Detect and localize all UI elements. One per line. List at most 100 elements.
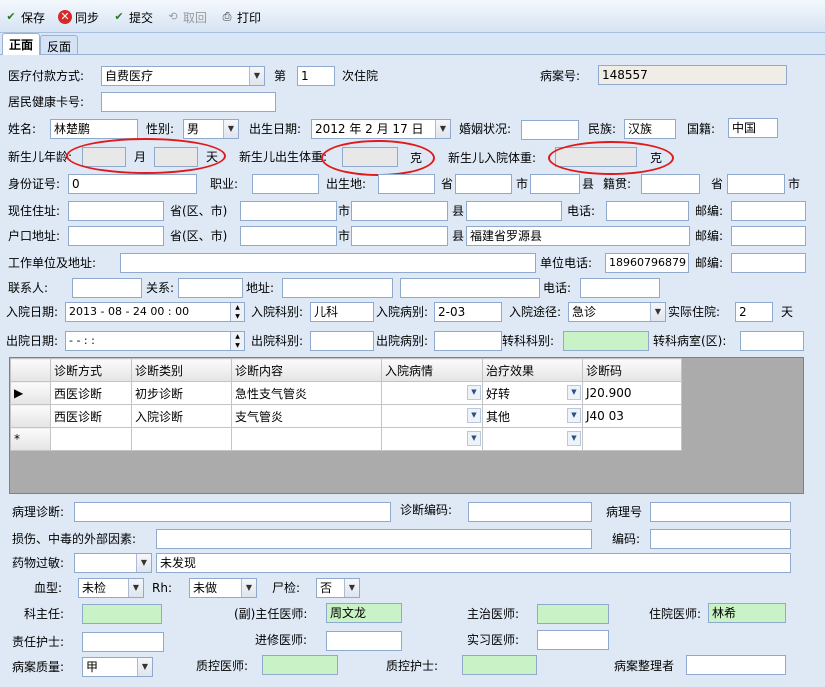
retrieve-button[interactable]: ⟲ 取回 [166,8,207,26]
submit-button[interactable]: ✔ 提交 [112,8,153,26]
dx-code-input[interactable] [468,502,592,522]
table-cell[interactable]: 西医诊断 [50,404,132,428]
household-county-input[interactable] [351,226,448,246]
current-province-input[interactable] [68,201,164,221]
row-marker[interactable]: ▶ [10,381,51,405]
trainee-input[interactable] [326,631,402,651]
admission-times-input[interactable]: 1 [297,66,335,86]
save-button[interactable]: ✔ 保存 [4,8,45,26]
code-input[interactable] [650,529,791,549]
native-city-input[interactable] [727,174,785,194]
postcode-input[interactable] [731,201,806,221]
table-row[interactable]: 西医诊断 入院诊断 支气管炎 ▼ 其他 ▼ J40 03 [10,404,682,428]
record-organizer-input[interactable] [686,655,786,675]
chevron-down-icon[interactable]: ▼ [567,408,581,423]
table-cell[interactable]: 初步诊断 [131,381,232,405]
tab-front[interactable]: 正面 [2,33,41,55]
birthplace-county-input[interactable] [530,174,580,194]
rh-select[interactable]: 未做 ▼ [189,578,257,598]
table-cell[interactable]: ▼ [381,404,483,428]
column-header[interactable]: 入院病情 [381,358,483,382]
table-cell[interactable]: ▼ [482,427,583,451]
table-cell[interactable] [50,427,132,451]
table-cell[interactable]: 支气管炎 [231,404,382,428]
admit-date-picker[interactable]: 2013 - 08 - 24 00 : 00 ▲ ▼ [65,302,245,322]
chevron-down-icon[interactable]: ▼ [467,408,481,423]
blood-type-select[interactable]: 未检 ▼ [78,578,144,598]
table-cell[interactable]: 急性支气管炎 [231,381,382,405]
marital-input[interactable] [521,120,579,140]
transfer-dept-input[interactable] [563,331,649,351]
actual-days-input[interactable]: 2 [735,302,773,322]
nationality-input[interactable]: 中国 [728,118,778,138]
discharge-ward-input[interactable] [434,331,502,351]
qc-doctor-input[interactable] [262,655,338,675]
current-city-input[interactable] [240,201,337,221]
table-cell[interactable]: 好转 ▼ [482,381,583,405]
pathology-dx-input[interactable] [74,502,391,522]
contact-address-detail-input[interactable] [400,278,540,298]
injury-cause-input[interactable] [156,529,592,549]
admit-dept-input[interactable]: 儿科 [310,302,374,322]
contact-phone-input[interactable] [580,278,660,298]
record-quality-select[interactable]: 甲 ▼ [82,657,153,677]
table-row[interactable]: ▶ 西医诊断 初步诊断 急性支气管炎 ▼ 好转 ▼ J20.900 [10,381,682,405]
resident-input[interactable]: 林希 [708,603,786,623]
attending-input[interactable] [537,604,609,624]
chevron-down-icon[interactable]: ▼ [567,431,581,446]
household-city-input[interactable] [240,226,337,246]
drug-allergy-select[interactable]: ▼ [74,553,152,573]
id-no-input[interactable]: 0 [68,174,197,194]
sex-select[interactable]: 男 ▼ [183,119,239,139]
tab-back[interactable]: 反面 [40,35,79,55]
birthplace-city-input[interactable] [455,174,512,194]
discharge-dept-input[interactable] [310,331,374,351]
ethnicity-input[interactable]: 汉族 [624,119,676,139]
column-header[interactable]: 诊断方式 [50,358,132,382]
work-phone-input[interactable]: 18960796879 [605,253,689,273]
spinner-icon[interactable]: ▲ ▼ [230,303,244,321]
payment-method-select[interactable]: 自费医疗 ▼ [101,66,265,86]
work-address-input[interactable] [120,253,536,273]
table-cell[interactable]: J20.900 [582,381,682,405]
table-cell[interactable]: J40 03 [582,404,682,428]
chevron-down-icon[interactable]: ▼ [467,385,481,400]
household-province-input[interactable] [68,226,164,246]
birthdate-picker[interactable]: 2012 年 2 月 17 日 ▼ [311,119,451,139]
spinner-icon[interactable]: ▲ ▼ [230,332,244,350]
household-detail-input[interactable]: 福建省罗源县 [466,226,690,246]
row-marker[interactable]: * [10,427,51,451]
work-postcode-input[interactable] [731,253,806,273]
household-postcode-input[interactable] [731,226,806,246]
column-header[interactable]: 诊断内容 [231,358,382,382]
intern-input[interactable] [537,630,609,650]
table-cell[interactable]: 其他 ▼ [482,404,583,428]
table-cell[interactable] [582,427,682,451]
birthplace-province-input[interactable] [378,174,435,194]
current-county-input[interactable] [351,201,448,221]
column-header[interactable]: 诊断类别 [131,358,232,382]
health-card-input[interactable] [101,92,276,112]
chevron-down-icon[interactable]: ▼ [567,385,581,400]
table-row[interactable]: * ▼ ▼ [10,427,682,451]
table-cell[interactable]: ▼ [381,381,483,405]
dept-director-input[interactable] [82,604,162,624]
occupation-input[interactable] [252,174,319,194]
native-province-input[interactable] [641,174,700,194]
admit-ward-input[interactable]: 2-03 [434,302,502,322]
table-cell[interactable]: 西医诊断 [50,381,132,405]
contact-input[interactable] [72,278,142,298]
relation-input[interactable] [178,278,243,298]
nurse-in-charge-input[interactable] [82,632,164,652]
name-input[interactable]: 林楚鹏 [50,119,138,139]
chevron-down-icon[interactable]: ▼ [467,431,481,446]
print-button[interactable]: ⎙ 打印 [220,8,261,26]
associate-chief-input[interactable]: 周文龙 [326,603,402,623]
pathology-no-input[interactable] [650,502,791,522]
row-marker[interactable] [10,404,51,428]
current-detail-input[interactable] [466,201,562,221]
transfer-room-input[interactable] [740,331,804,351]
column-header[interactable]: 治疗效果 [482,358,583,382]
table-cell[interactable]: ▼ [381,427,483,451]
table-cell[interactable] [131,427,232,451]
